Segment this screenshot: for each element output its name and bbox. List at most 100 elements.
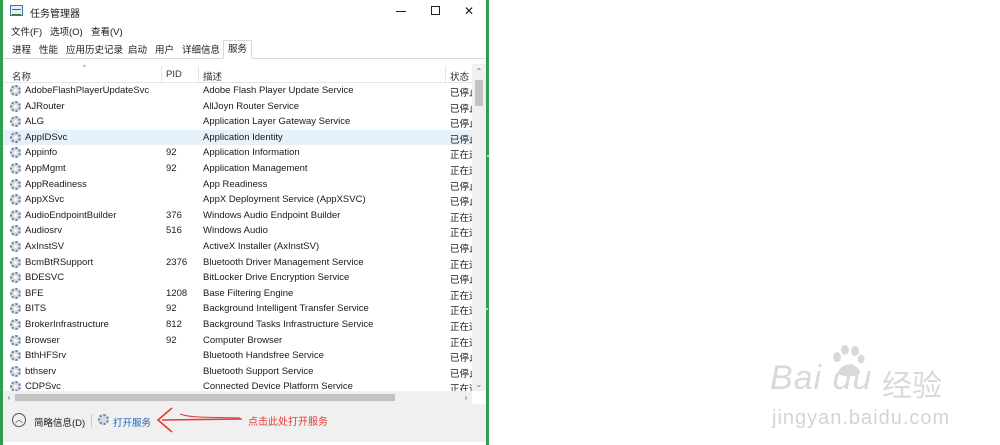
service-status: 正在运行	[450, 306, 472, 318]
horizontal-scroll-thumb[interactable]	[15, 394, 395, 401]
watermark-brand: Bai du	[770, 359, 873, 397]
service-name: AdobeFlashPlayerUpdateSvc	[25, 85, 150, 96]
tab-startup[interactable]: 启动	[123, 42, 152, 59]
menu-view[interactable]: 查看(V)	[91, 24, 123, 38]
scroll-right-icon[interactable]: ›	[460, 391, 472, 404]
open-services-link[interactable]: 打开服务	[113, 415, 151, 429]
service-description: Bluetooth Handsfree Service	[203, 350, 324, 362]
tab-details[interactable]: 详细信息	[177, 42, 225, 59]
gear-icon	[10, 350, 21, 362]
table-row[interactable]: BthHFSrv Bluetooth Handsfree Service 已停止	[3, 348, 472, 364]
service-description: Bluetooth Driver Management Service	[203, 256, 364, 268]
table-row[interactable]: AdobeFlashPlayerUpdateSvc Adobe Flash Pla…	[3, 83, 472, 99]
service-pid: 376	[166, 209, 182, 221]
column-name[interactable]: 名称	[12, 69, 31, 83]
table-row[interactable]: AppMgmt 92 Application Management 正在运行	[3, 161, 472, 177]
gear-icon	[10, 225, 21, 237]
scroll-up-icon[interactable]: ⌃	[472, 66, 486, 78]
watermark-url: jingyan.baidu.com	[772, 407, 951, 429]
table-row[interactable]: Appinfo 92 Application Information 正在运行	[3, 145, 472, 161]
table-row[interactable]: Browser 92 Computer Browser 正在运行	[3, 333, 472, 349]
service-pid: 92	[166, 147, 177, 159]
service-description: Windows Audio Endpoint Builder	[203, 209, 341, 221]
vertical-scroll-thumb[interactable]	[475, 80, 483, 106]
minimize-button[interactable]	[384, 0, 418, 22]
scroll-down-icon[interactable]: ⌄	[472, 379, 486, 391]
table-row[interactable]: BITS 92 Background Intelligent Transfer Se…	[3, 301, 472, 317]
table-row[interactable]: AJRouter AllJoyn Router Service 已停止	[3, 99, 472, 115]
gear-icon	[10, 147, 21, 159]
service-name: AxInstSV	[25, 241, 65, 252]
column-description[interactable]: 描述	[203, 69, 222, 83]
table-row[interactable]: BFE 1208 Base Filtering Engine 正在运行	[3, 286, 472, 302]
table-row[interactable]: AxInstSV ActiveX Installer (AxInstSV) 已停止	[3, 239, 472, 255]
service-description: Windows Audio	[203, 225, 268, 237]
fewer-details-button[interactable]: 简略信息(D)	[34, 415, 85, 429]
service-status: 正在运行	[450, 150, 472, 162]
close-icon: ✕	[463, 4, 475, 18]
scroll-left-icon[interactable]: ‹	[3, 391, 15, 404]
horizontal-scrollbar[interactable]: ‹ ›	[3, 391, 472, 404]
service-description: Bluetooth Support Service	[203, 365, 314, 377]
gear-icon	[10, 163, 21, 174]
service-name: AppIDSvc	[25, 131, 68, 143]
column-divider[interactable]	[445, 66, 446, 83]
service-name: CDPSvc	[25, 381, 61, 391]
service-description: Application Information	[203, 147, 300, 159]
service-description: Base Filtering Engine	[203, 287, 294, 299]
tab-app-history[interactable]: 应用历史记录	[61, 42, 128, 59]
column-status[interactable]: 状态	[450, 69, 469, 83]
table-row[interactable]: CDPSvc Connected Device Platform Service 正…	[3, 379, 472, 391]
watermark-brand-cn: 经验	[882, 369, 942, 404]
service-name: BthHFSrv	[25, 350, 67, 362]
service-description: AllJoyn Router Service	[203, 100, 300, 112]
service-pid: 92	[166, 303, 177, 315]
service-status: 正在运行	[450, 259, 472, 271]
chevron-up-icon[interactable]: ︿	[12, 413, 26, 427]
gear-icon	[10, 116, 21, 128]
gear-icon	[10, 272, 21, 284]
table-row[interactable]: AudioEndpointBuilder 376 Windows Audio End…	[3, 208, 472, 224]
column-divider[interactable]	[198, 66, 199, 83]
column-pid[interactable]: PID	[166, 69, 182, 80]
title-bar[interactable]: 任务管理器 ✕	[3, 0, 486, 22]
vertical-scrollbar[interactable]: ⌃ ⌄	[472, 64, 486, 391]
tab-services[interactable]: 服务	[223, 40, 253, 59]
service-pid: 2376	[166, 256, 188, 268]
service-name: BDESVC	[25, 272, 65, 284]
table-row[interactable]: AppReadiness App Readiness 已停止	[3, 177, 472, 193]
service-status: 已停止	[450, 197, 472, 209]
sort-ascending-icon: ⌃	[81, 64, 88, 73]
table-row[interactable]: BDESVC BitLocker Drive Encryption Service…	[3, 270, 472, 286]
service-description: Adobe Flash Player Update Service	[203, 85, 354, 96]
gear-icon	[10, 256, 21, 268]
footer-divider	[91, 414, 92, 427]
tab-processes[interactable]: 进程	[7, 42, 36, 59]
menu-bar: 文件(F) 选项(O) 查看(V)	[3, 22, 486, 39]
table-row[interactable]: bthserv Bluetooth Support Service 已停止	[3, 364, 472, 380]
maximize-button[interactable]	[418, 0, 452, 22]
gear-icon	[10, 365, 21, 377]
column-divider[interactable]	[161, 66, 162, 83]
table-row[interactable]: ALG Application Layer Gateway Service 已停止	[3, 114, 472, 130]
service-name: Appinfo	[25, 147, 58, 159]
menu-options[interactable]: 选项(O)	[50, 24, 83, 38]
services-gear-icon[interactable]	[98, 414, 109, 425]
table-row[interactable]: AppXSvc AppX Deployment Service (AppXSVC)…	[3, 192, 472, 208]
service-name: ALG	[25, 116, 45, 128]
service-status: 正在运行	[450, 290, 472, 302]
table-row[interactable]: BcmBtRSupport 2376 Bluetooth Driver Manage…	[3, 255, 472, 271]
gear-icon	[10, 319, 21, 330]
tab-performance[interactable]: 性能	[34, 42, 63, 59]
desktop-speck	[487, 155, 489, 157]
service-description: ActiveX Installer (AxInstSV)	[203, 241, 320, 252]
table-row[interactable]: BrokerInfrastructure 812 Background Tasks …	[3, 317, 472, 333]
table-row[interactable]: Audiosrv 516 Windows Audio 正在运行	[3, 223, 472, 239]
menu-file[interactable]: 文件(F)	[11, 24, 42, 38]
table-row[interactable]: AppIDSvc Application Identity 已停止	[3, 129, 472, 146]
service-name: AppReadiness	[25, 178, 87, 190]
tab-users[interactable]: 用户	[150, 42, 179, 59]
service-description: BitLocker Drive Encryption Service	[203, 272, 350, 284]
service-name: BITS	[25, 303, 47, 315]
close-button[interactable]: ✕	[452, 0, 486, 22]
